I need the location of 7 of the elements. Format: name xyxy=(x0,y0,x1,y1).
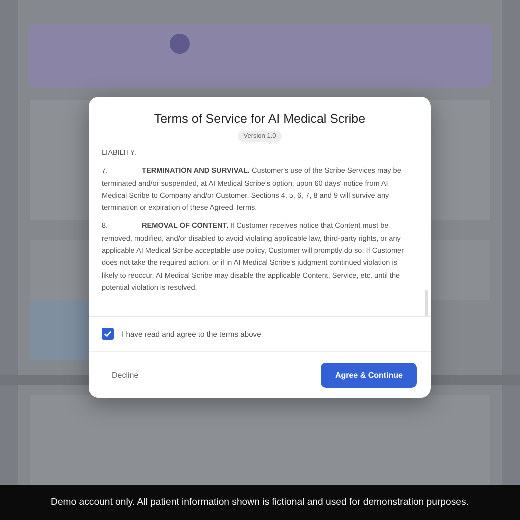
dialog-title: Terms of Service for AI Medical Scribe xyxy=(154,112,366,126)
scrollbar-thumb[interactable] xyxy=(425,290,428,316)
agree-checkbox[interactable] xyxy=(102,328,114,340)
agree-button[interactable]: Agree & Continue xyxy=(321,363,417,388)
demo-notice: Demo account only. All patient information shown is fictional and used for demonstration purposes. xyxy=(51,497,469,508)
decline-button[interactable]: Decline xyxy=(103,365,148,386)
check-icon xyxy=(104,330,112,338)
